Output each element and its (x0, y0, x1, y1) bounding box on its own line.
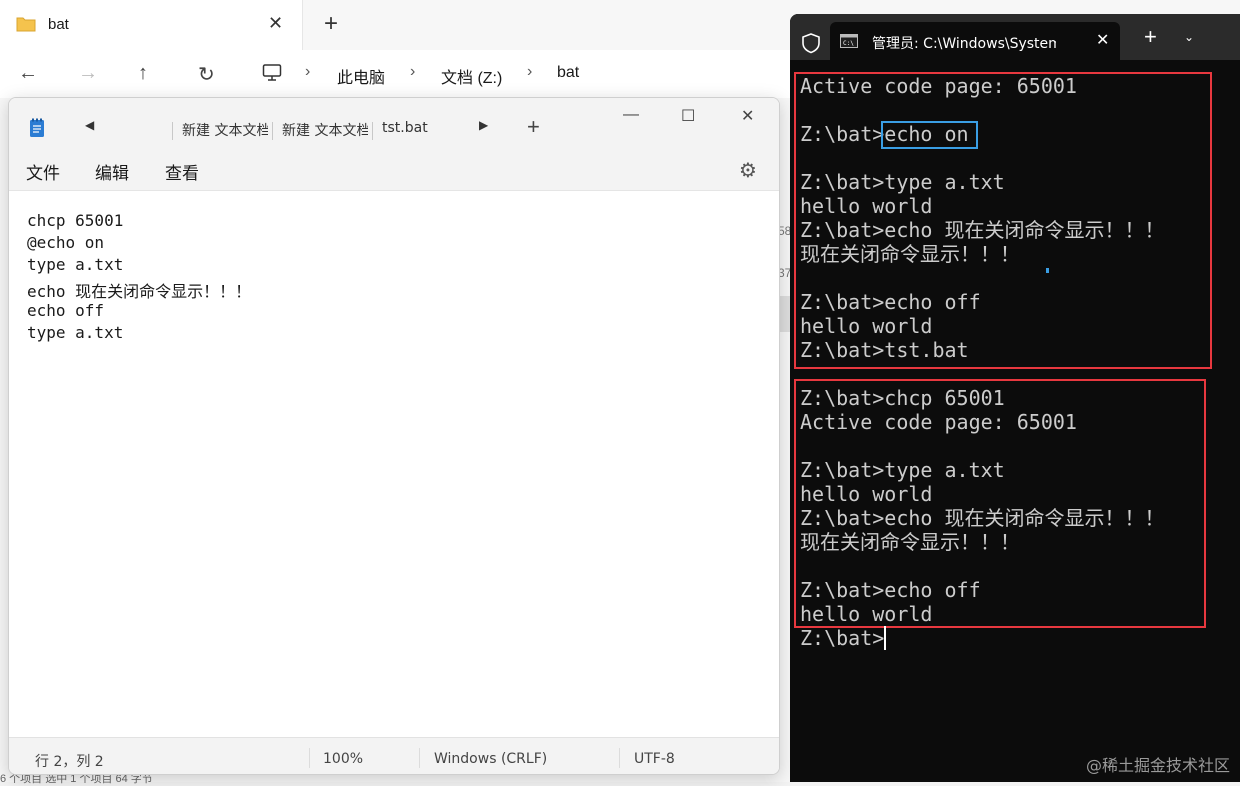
terminal-tab-title: 管理员: C:\Windows\System32\cmd.exe (872, 36, 1056, 52)
highlight-box-echo-on (881, 121, 978, 149)
explorer-tab-title: bat (48, 16, 69, 33)
breadcrumb-drive[interactable]: 文档 (Z:) (441, 64, 502, 88)
status-line-ending[interactable]: Windows (CRLF) (434, 751, 547, 767)
notepad-window: ◀ 新建 文本文档 新建 文本文档 tst.bat ▶ + — ☐ ✕ 文件 编… (8, 97, 780, 775)
back-icon[interactable]: ← (18, 62, 38, 85)
notepad-menubar: 文件 编辑 查看 ⚙ (9, 148, 779, 191)
tab-divider (172, 122, 173, 140)
tab-scroll-left-icon[interactable]: ◀ (85, 118, 94, 132)
editor-line: type a.txt (27, 255, 124, 274)
editor-line: echo off (27, 301, 105, 320)
terminal-prompt-line: Z:\bat> (800, 626, 885, 650)
text-editor-area[interactable]: chcp 65001 @echo on type a.txt echo 现在关闭… (9, 191, 779, 736)
text-cursor (884, 626, 886, 650)
status-zoom[interactable]: 100% (323, 751, 363, 767)
menu-view[interactable]: 查看 (165, 159, 199, 184)
watermark: @稀土掘金技术社区 (1085, 756, 1230, 775)
highlight-box-first-run (794, 72, 1212, 369)
terminal-tab[interactable]: C:\ 管理员: C:\Windows\System32\cmd.exe ✕ (830, 22, 1120, 60)
breadcrumb-separator-icon: › (527, 63, 533, 80)
notepad-app-icon (30, 118, 44, 137)
status-encoding[interactable]: UTF-8 (634, 751, 675, 767)
status-divider (419, 748, 420, 768)
admin-shield-icon (802, 33, 820, 54)
tab-divider (372, 122, 373, 140)
new-tab-button[interactable]: + (1144, 24, 1157, 50)
editor-line: chcp 65001 (27, 211, 124, 230)
refresh-icon[interactable]: ↻ (198, 62, 215, 87)
forward-icon[interactable]: → (78, 62, 98, 85)
settings-gear-icon[interactable]: ⚙ (739, 158, 757, 183)
terminal-window: C:\ 管理员: C:\Windows\System32\cmd.exe ✕ +… (790, 14, 1240, 782)
status-divider (619, 748, 620, 768)
close-icon[interactable]: ✕ (741, 106, 754, 126)
tab-new-text-document-2[interactable]: 新建 文本文档 (282, 120, 368, 140)
close-tab-icon[interactable]: ✕ (268, 13, 283, 34)
editor-line: echo 现在关闭命令显示！！！ (27, 282, 252, 301)
editor-line: type a.txt (27, 323, 124, 342)
menu-edit[interactable]: 编辑 (95, 159, 129, 184)
menu-file[interactable]: 文件 (26, 159, 60, 184)
chevron-down-icon[interactable]: ⌄ (1184, 30, 1194, 44)
breadcrumb-separator-icon: › (305, 63, 311, 80)
minimize-icon[interactable]: — (623, 106, 639, 124)
breadcrumb-bat[interactable]: bat (557, 64, 579, 82)
status-divider (309, 748, 310, 768)
tab-scroll-right-icon[interactable]: ▶ (479, 118, 488, 132)
breadcrumb-separator-icon: › (410, 63, 416, 80)
up-icon[interactable]: ↑ (138, 62, 148, 85)
explorer-tab[interactable]: bat ✕ (0, 0, 303, 50)
selection-marker (1046, 268, 1049, 273)
this-pc-icon[interactable] (262, 63, 282, 83)
new-tab-button[interactable]: + (324, 10, 338, 38)
close-tab-icon[interactable]: ✕ (1096, 30, 1109, 50)
terminal-tabbar[interactable]: C:\ 管理员: C:\Windows\System32\cmd.exe ✕ +… (790, 14, 1240, 60)
tab-divider (272, 122, 273, 140)
editor-line: @echo on (27, 233, 105, 252)
notepad-statusbar: 行 2，列 2 100% Windows (CRLF) UTF-8 (9, 737, 779, 774)
highlight-box-second-run (794, 379, 1206, 628)
maximize-icon[interactable]: ☐ (681, 106, 695, 126)
status-cursor-position: 行 2，列 2 (35, 754, 104, 770)
tab-tst-bat[interactable]: tst.bat (382, 120, 462, 136)
cmd-icon: C:\ (840, 34, 858, 48)
folder-icon (16, 17, 36, 32)
tab-new-text-document-1[interactable]: 新建 文本文档 (182, 120, 268, 140)
new-tab-button[interactable]: + (527, 114, 540, 140)
breadcrumb-this-pc[interactable]: 此电脑 (337, 64, 385, 88)
notepad-titlebar[interactable]: ◀ 新建 文本文档 新建 文本文档 tst.bat ▶ + — ☐ ✕ (9, 98, 779, 148)
svg-text:C:\: C:\ (843, 40, 854, 47)
